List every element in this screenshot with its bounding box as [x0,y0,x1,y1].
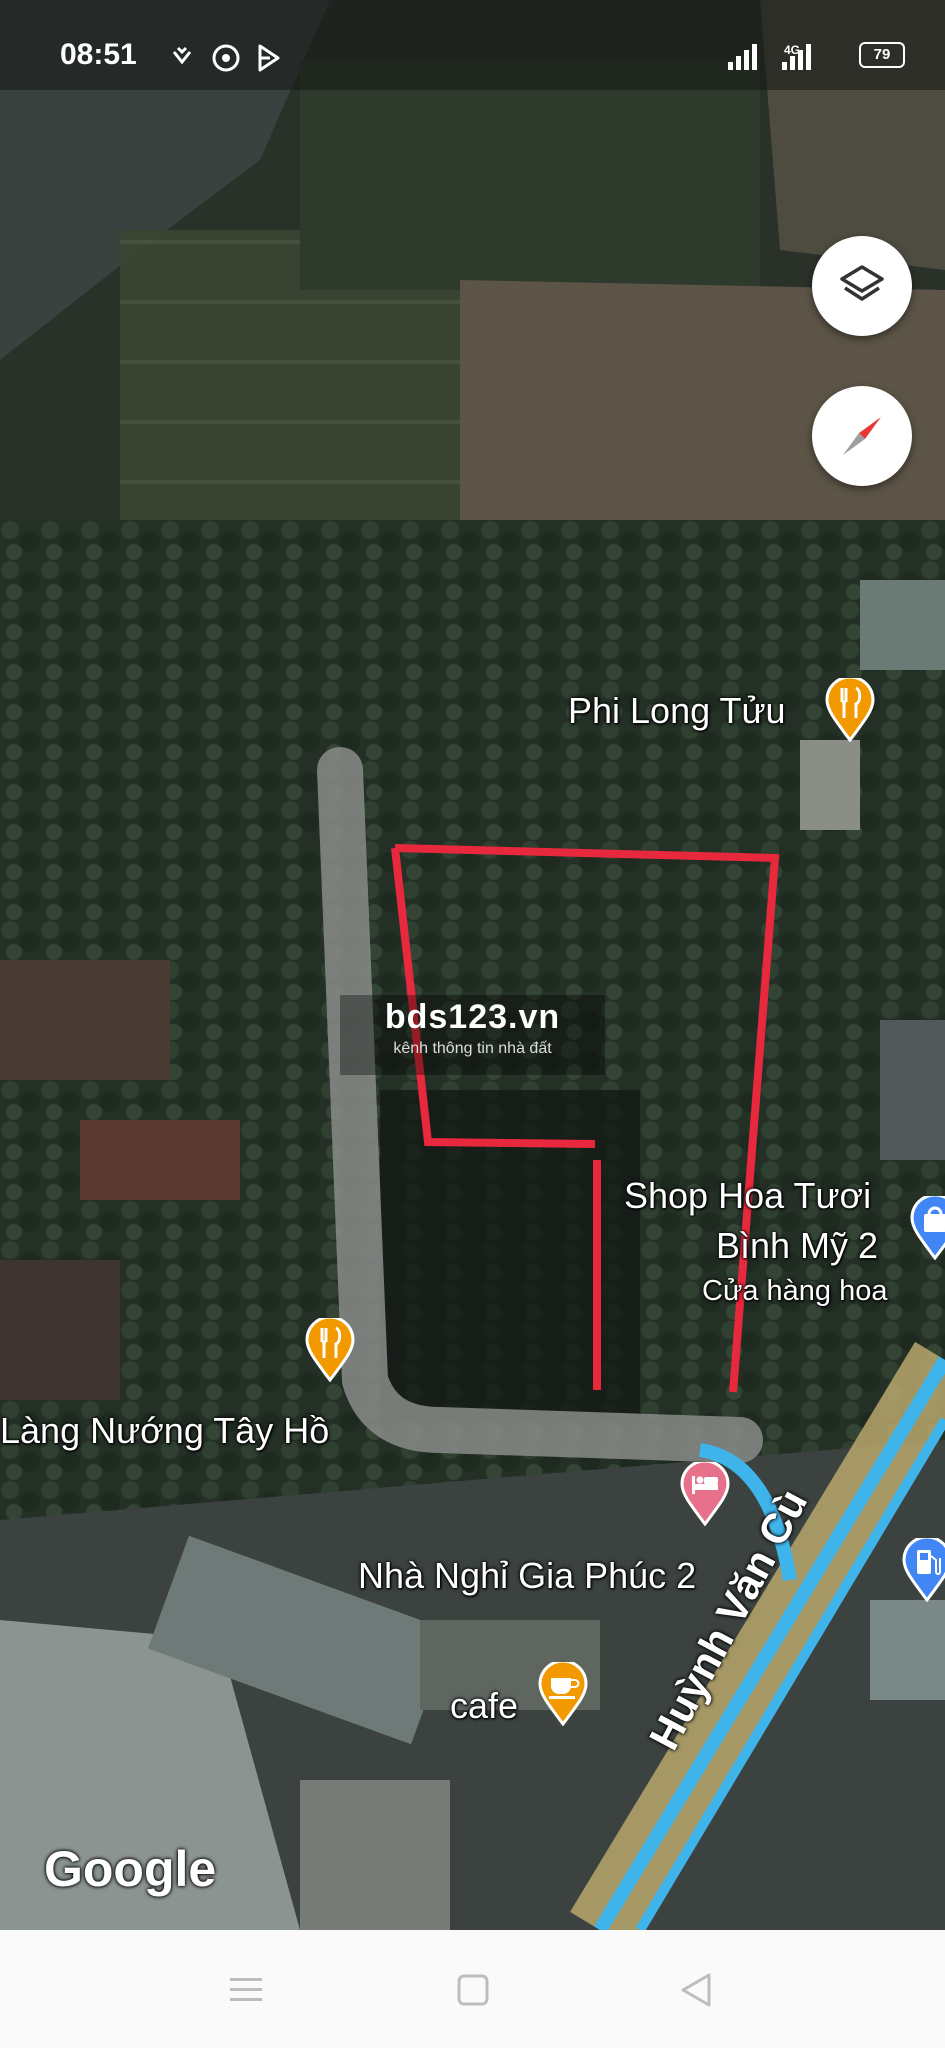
place-label-lang-nuong[interactable]: Làng Nướng Tây Hồ [0,1410,329,1452]
shopping-bag-icon[interactable] [910,1196,945,1260]
status-bar: 08:51 4G 79 [0,0,945,90]
gas-station-icon[interactable] [902,1538,945,1602]
home-square-icon [457,1974,489,2006]
cafe-icon[interactable] [538,1662,588,1726]
navigation-bar [0,1930,945,2048]
place-label-cafe[interactable]: cafe [450,1685,518,1727]
hotel-icon[interactable] [680,1462,730,1526]
restaurant-icon[interactable] [825,678,875,742]
back-icon [681,1973,711,2007]
watermark-subtitle: kênh thông tin nhà đất [393,1040,552,1057]
compass-button[interactable] [812,386,912,486]
menu-icon [230,1978,262,2001]
home-button[interactable] [443,1960,503,2020]
satellite-imagery [0,0,945,1930]
watermark-title: bds123.vn [384,998,561,1036]
layers-icon [840,265,884,301]
google-attribution: Google [44,1841,217,1897]
satellite-map[interactable]: bds123.vn kênh thông tin nhà đất Phi Lon… [0,0,945,1930]
place-label-shop-hoa-line2[interactable]: Bình Mỹ 2 [716,1225,878,1267]
back-button[interactable] [666,1960,726,2020]
status-time: 08:51 [60,38,137,71]
signal-icon: 4G [728,43,811,70]
status-notification-icons [172,44,280,72]
watermark: bds123.vn kênh thông tin nhà đất [340,995,605,1075]
network-type: 4G [784,43,800,57]
place-category-shop-hoa: Cửa hàng hoa [702,1275,888,1307]
place-label-phi-long[interactable]: Phi Long Tửu [568,690,786,732]
compass-icon [843,417,881,455]
restaurant-icon[interactable] [305,1318,355,1382]
layers-button[interactable] [812,236,912,336]
place-label-nha-nghi[interactable]: Nhà Nghỉ Gia Phúc 2 [358,1555,696,1597]
place-label-shop-hoa-line1[interactable]: Shop Hoa Tươi [624,1175,871,1217]
menu-button[interactable] [216,1960,276,2020]
battery-indicator: 79 [859,42,905,68]
